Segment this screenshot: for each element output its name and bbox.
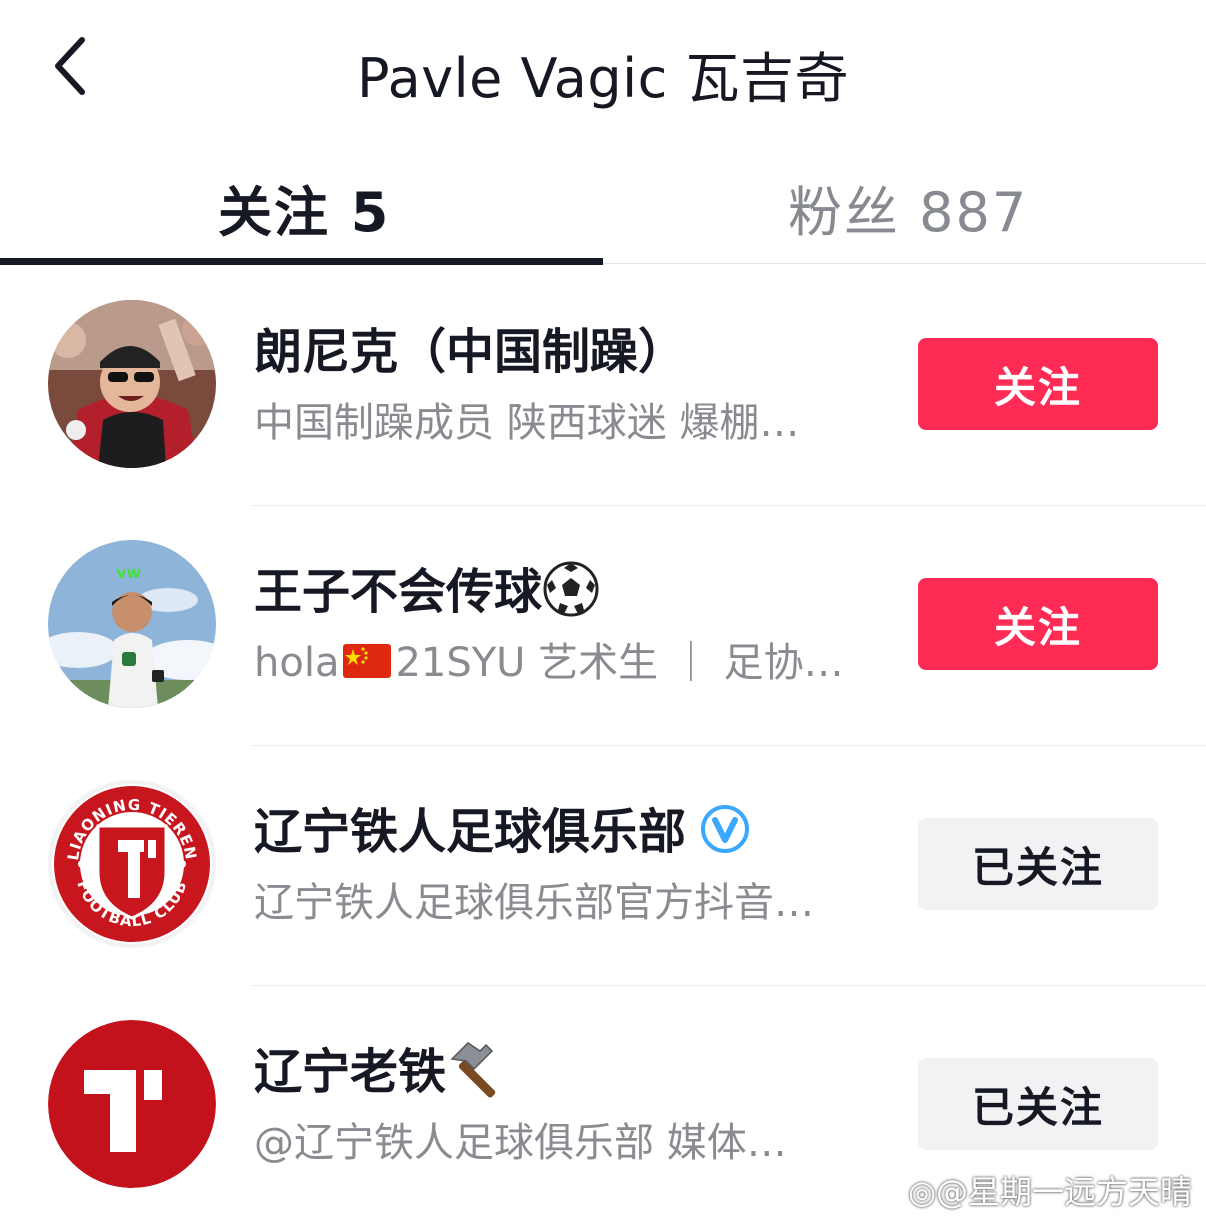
followed-button[interactable]: 已关注 [918,818,1158,910]
tab-fans[interactable]: 粉丝 887 [603,140,1206,260]
desc-text: 21SYU 艺术生 ｜ 足协… [395,640,844,686]
tab-following[interactable]: 关注 5 [0,140,603,260]
desc-prefix: hola [254,640,340,686]
tab-fans-label: 粉丝 887 [788,181,1029,244]
player-photo-avatar: vw [48,540,216,708]
user-name: 辽宁老铁 [254,1032,512,1111]
user-name: 朗尼克（中国制躁） [254,324,687,380]
avatar[interactable]: LIAONING TIEREN FOOTBALL CLUB [48,780,216,948]
weibo-watermark: ◎@星期一远方天晴 [908,1167,1192,1213]
fan-photo-avatar [48,300,216,468]
tab-divider [603,263,1206,264]
top-bar: Pavle Vagic 瓦吉奇 [0,0,1206,140]
user-name: 王子不会传球 [254,552,600,630]
followed-button[interactable]: 已关注 [918,1058,1158,1150]
page-title: Pavle Vagic 瓦吉奇 [356,47,850,110]
tieren-red-logo [48,1020,216,1188]
svg-text:vw: vw [116,563,141,582]
liaoning-tieren-logo: LIAONING TIEREN FOOTBALL CLUB [52,784,212,944]
avatar[interactable] [48,300,216,468]
list-item[interactable]: 朗尼克（中国制躁） 中国制躁成员 陕西球迷 爆棚… 关注 [0,266,1206,506]
user-name-text: 辽宁老铁 [254,1044,447,1100]
soccer-ball-icon [542,560,600,630]
user-description: 辽宁铁人足球俱乐部官方抖音… [254,880,814,926]
weibo-icon: ◎ [908,1173,936,1211]
watermark-text: @星期一远方天晴 [935,1173,1192,1211]
user-description: @辽宁铁人足球俱乐部 媒体… [254,1120,787,1166]
follow-button[interactable]: 关注 [918,578,1158,670]
user-name-text: 王子不会传球 [254,564,543,620]
list-item[interactable]: LIAONING TIEREN FOOTBALL CLUB 辽宁铁人足球俱乐部 [0,746,1206,986]
list-item[interactable]: vw 王子不会传球 hola 21SYU 艺术生 ｜ 足协… 关注 [0,506,1206,746]
verified-icon [700,804,750,866]
user-description: 中国制躁成员 陕西球迷 爆棚… [254,400,800,446]
tab-following-label: 关注 5 [218,181,391,244]
user-name: 辽宁铁人足球俱乐部 [254,792,750,866]
avatar[interactable] [48,1020,216,1188]
user-description: hola 21SYU 艺术生 ｜ 足协… [254,630,844,688]
hammer-icon [446,1039,512,1111]
china-flag-icon [343,642,392,688]
tab-bar: 关注 5 粉丝 887 [0,140,1206,266]
active-tab-indicator [0,258,603,265]
user-name-text: 辽宁铁人足球俱乐部 [254,804,687,860]
follow-button[interactable]: 关注 [918,338,1158,430]
avatar[interactable]: vw [48,540,216,708]
